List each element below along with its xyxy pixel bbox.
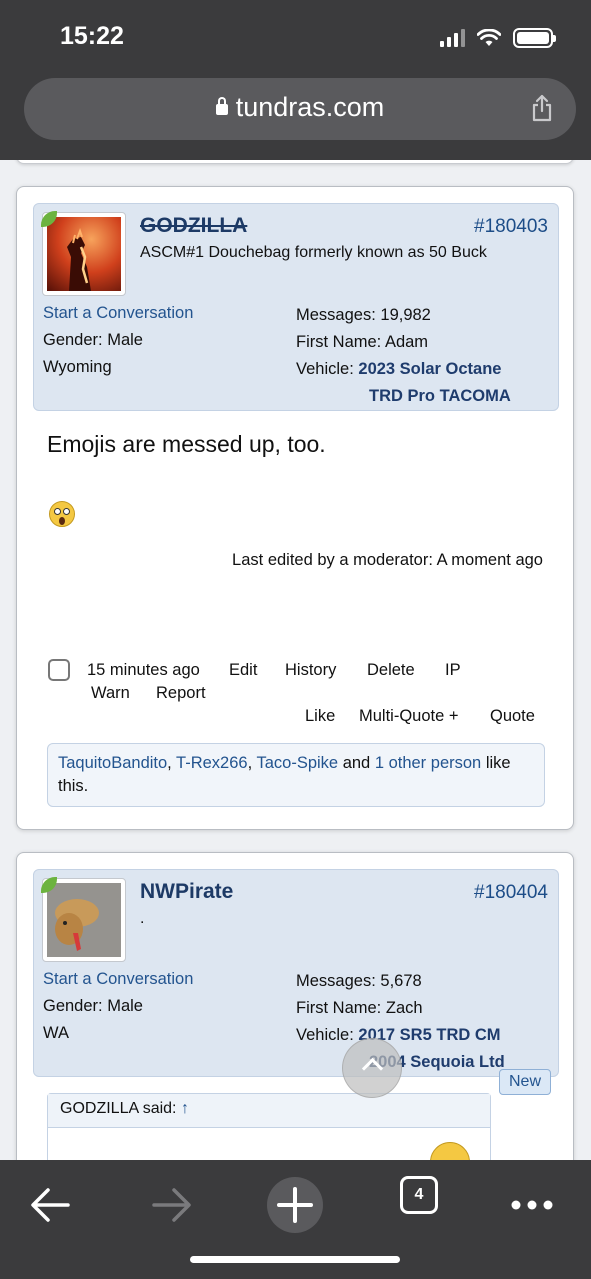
first-name-value: Adam: [384, 333, 429, 351]
avatar[interactable]: [41, 211, 126, 296]
status-icons: [440, 28, 556, 48]
post-number-link[interactable]: #180403: [474, 216, 548, 238]
delete-link[interactable]: Delete: [367, 661, 415, 680]
user-left-info: Start a Conversation Gender: Male WA: [43, 966, 193, 1047]
vehicle-label: Vehicle:: [296, 1026, 354, 1044]
first-name-value: Zach: [385, 999, 423, 1017]
username-link[interactable]: NWPirate: [140, 880, 233, 904]
likes-summary: TaquitoBandito, T-Rex266, Taco-Spike and…: [47, 743, 545, 807]
quote-header: GODZILLA said: ↑: [48, 1094, 490, 1128]
like-link[interactable]: Like: [305, 707, 335, 726]
wifi-icon: [477, 29, 501, 46]
quote-block: GODZILLA said: ↑: [47, 1093, 491, 1160]
edit-link[interactable]: Edit: [229, 661, 257, 680]
report-link[interactable]: Report: [156, 684, 206, 703]
cellular-signal-icon: [440, 29, 465, 47]
shocked-face-emoji-icon: [49, 501, 75, 527]
ip-link[interactable]: IP: [445, 661, 461, 680]
vehicle-line-1[interactable]: 2023 Solar Octane: [358, 360, 501, 378]
thread-content: GODZILLA #180403 ASCM#1 Douchebag former…: [0, 160, 591, 1160]
user-title: ASCM#1 Douchebag formerly known as 50 Bu…: [140, 244, 487, 261]
forward-arrow-icon[interactable]: [150, 1170, 194, 1240]
post-time[interactable]: 15 minutes ago: [87, 661, 200, 680]
dog-avatar-image: [47, 883, 121, 957]
start-conversation-link[interactable]: Start a Conversation: [43, 300, 193, 327]
liker-link[interactable]: T-Rex266: [176, 754, 248, 772]
lock-icon: [215, 97, 228, 115]
quote-link[interactable]: Quote: [490, 707, 535, 726]
more-menu-icon[interactable]: [508, 1170, 556, 1240]
previous-post-edge: [16, 160, 574, 164]
post-card: GODZILLA #180403 ASCM#1 Douchebag former…: [16, 186, 574, 830]
messages-count: 5,678: [380, 972, 422, 990]
post-number-link[interactable]: #180404: [474, 882, 548, 904]
new-post-badge[interactable]: New: [499, 1069, 551, 1095]
quote-author: GODZILLA said:: [60, 1100, 177, 1117]
first-name-label: First Name:: [296, 333, 382, 351]
user-right-info: Messages: 19,982 First Name: Adam Vehicl…: [296, 302, 511, 410]
likes-and: and: [342, 754, 371, 772]
location-field: Wyoming: [43, 358, 112, 376]
browser-top-bar: 15:22 tundras.com: [0, 0, 591, 160]
vehicle-line-2[interactable]: TRD Pro TACOMA: [369, 387, 511, 405]
quote-emoji-icon: [430, 1142, 470, 1160]
messages-label: Messages:: [296, 972, 376, 990]
start-conversation-link[interactable]: Start a Conversation: [43, 966, 193, 993]
other-likers-link[interactable]: 1 other person: [375, 754, 481, 772]
user-info-block: GODZILLA #180403 ASCM#1 Douchebag former…: [33, 203, 559, 411]
scroll-to-top-button[interactable]: [342, 1038, 402, 1098]
tabs-button[interactable]: 4: [400, 1176, 438, 1214]
liker-link[interactable]: TaquitoBandito: [58, 754, 167, 772]
gender-field: Gender: Male: [43, 997, 143, 1015]
multi-quote-link[interactable]: Multi-Quote +: [359, 707, 459, 726]
back-arrow-icon[interactable]: [28, 1170, 72, 1240]
status-time: 15:22: [60, 22, 124, 50]
jump-to-quote-icon[interactable]: ↑: [181, 1100, 189, 1117]
post-message: Emojis are messed up, too.: [47, 431, 326, 457]
gender-field: Gender: Male: [43, 331, 143, 349]
messages-count: 19,982: [380, 306, 431, 324]
select-post-checkbox[interactable]: [48, 659, 70, 681]
post-card: NWPirate #180404 . Start a Conversation …: [16, 852, 574, 1160]
warn-link[interactable]: Warn: [91, 684, 130, 703]
share-icon[interactable]: [530, 94, 554, 122]
vehicle-label: Vehicle:: [296, 360, 354, 378]
user-info-block: NWPirate #180404 . Start a Conversation …: [33, 869, 559, 1077]
liker-link[interactable]: Taco-Spike: [256, 754, 338, 772]
user-title: .: [140, 910, 145, 927]
location-field: WA: [43, 1024, 69, 1042]
url-text: tundras.com: [235, 92, 385, 122]
history-link[interactable]: History: [285, 661, 336, 680]
tab-count: 4: [414, 1186, 424, 1203]
edited-notice: Last edited by a moderator: A moment ago: [232, 551, 543, 569]
messages-label: Messages:: [296, 306, 376, 324]
godzilla-avatar-image: [47, 217, 121, 291]
avatar[interactable]: [41, 877, 126, 962]
home-indicator: [190, 1256, 400, 1263]
username-link[interactable]: GODZILLA: [140, 214, 247, 238]
address-bar[interactable]: tundras.com: [24, 78, 576, 140]
first-name-label: First Name:: [296, 999, 382, 1017]
user-left-info: Start a Conversation Gender: Male Wyomin…: [43, 300, 193, 381]
battery-icon: [513, 28, 556, 48]
new-tab-plus-icon[interactable]: [266, 1170, 324, 1240]
